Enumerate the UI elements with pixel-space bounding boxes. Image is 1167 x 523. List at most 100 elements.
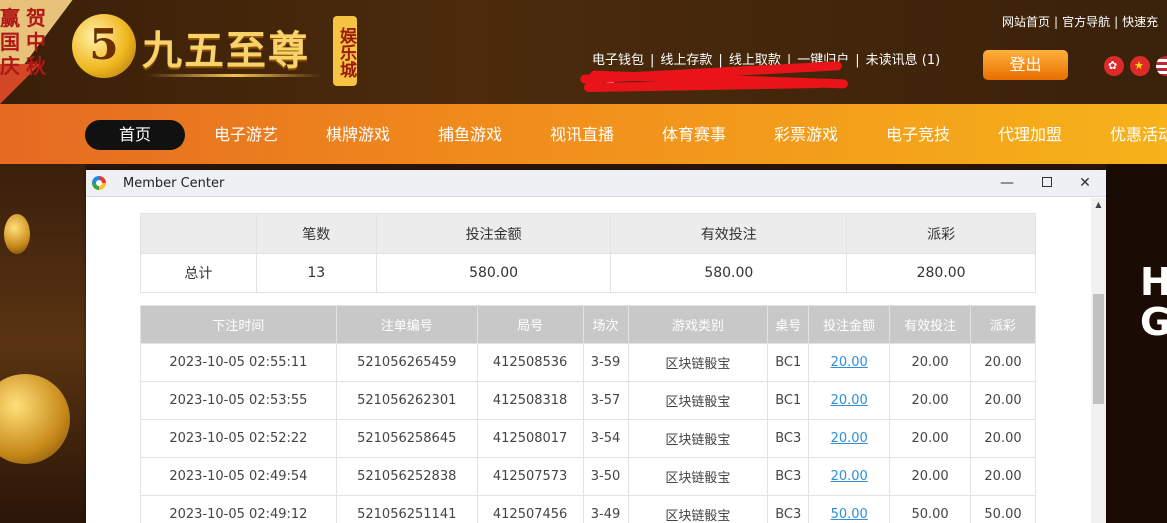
game-type: 区块链骰宝 [627,495,769,523]
session: 3-59 [582,343,629,382]
background-left-banner [0,164,86,523]
table-id: BC3 [767,457,810,496]
round-id: 412507573 [476,457,584,496]
detail-header: 注单编号 [335,305,478,344]
bet-amount-link[interactable]: 20.00 [808,457,891,496]
bet-id: 521056252838 [335,457,478,496]
game-type: 区块链骰宝 [627,343,769,382]
corner-char: 中 [26,30,46,54]
detail-header-row: 下注时间 注单编号 局号 场次 游戏类别 桌号 投注金额 有效投注 派彩 [140,305,1036,344]
valid-bet: 20.00 [889,343,972,382]
table-row: 2023-10-05 02:53:55 521056262301 4125083… [140,381,1036,420]
logo-emblem[interactable]: 5 [72,14,136,78]
bet-id: 521056251141 [335,495,478,523]
nav-item-promotions[interactable]: 优惠活动 [1110,120,1167,150]
banner-text: H G [1140,260,1167,344]
nav-item-live[interactable]: 视讯直播 [550,120,614,150]
scroll-up-arrow-icon[interactable]: ▲ [1093,200,1104,210]
round-id: 412508318 [476,381,584,420]
top-links: 网站首页 | 官方导航 | 快速充 [1002,15,1159,29]
bet-time: 2023-10-05 02:53:55 [140,381,337,420]
redacted-account-info: 账号 [579,61,852,93]
summary-header: 笔数 [255,213,377,254]
payout: 50.00 [970,495,1036,523]
summary-header-row: 笔数 投注金额 有效投注 派彩 [140,213,1036,254]
nav-item-cards[interactable]: 棋牌游戏 [326,120,390,150]
table-id: BC3 [767,419,810,458]
nav-item-lottery[interactable]: 彩票游戏 [774,120,838,150]
round-id: 412508536 [476,343,584,382]
bet-amount-link[interactable]: 20.00 [808,343,891,382]
us-flag-icon[interactable] [1156,56,1167,76]
minimize-button[interactable]: — [996,173,1018,193]
corner-char: 贺 [26,6,46,30]
top-link-nav[interactable]: 官方导航 [1062,15,1110,29]
nav-item-home[interactable]: 首页 [85,120,185,150]
vertical-scrollbar[interactable]: ▲ [1091,198,1106,523]
detail-header: 场次 [582,305,629,344]
main-nav: 首页 电子游艺 棋牌游戏 捕鱼游戏 视讯直播 体育赛事 彩票游戏 电子竞技 代理… [0,104,1167,164]
summary-cell: 13 [255,253,377,293]
summary-header: 投注金额 [375,213,612,254]
game-type: 区块链骰宝 [627,457,769,496]
cn-flag-icon[interactable]: ★ [1130,56,1150,76]
valid-bet: 50.00 [889,495,972,523]
session: 3-50 [582,457,629,496]
valid-bet: 20.00 [889,457,972,496]
table-id: BC3 [767,495,810,523]
coin-decoration [4,214,30,254]
nav-item-agent[interactable]: 代理加盟 [998,120,1062,150]
summary-row: 总计 13 580.00 580.00 280.00 [140,253,1036,293]
nav-item-fishing[interactable]: 捕鱼游戏 [438,120,502,150]
browser-icon [92,176,106,190]
window-titlebar[interactable]: Member Center — ✕ [86,170,1106,197]
corner-char: 赢 [0,6,20,30]
detail-header: 下注时间 [140,305,337,344]
detail-header: 派彩 [970,305,1036,344]
logout-button[interactable]: 登出 [983,50,1068,80]
bet-amount-link[interactable]: 20.00 [808,419,891,458]
detail-header: 投注金额 [808,305,891,344]
site-header: 赢 贺 国 中 庆 秋 5 九五至尊 娱乐城 网站首页 | 官方导航 | 快速充 电子钱… [0,0,1167,104]
corner-char: 秋 [26,54,46,78]
bet-amount-link[interactable]: 50.00 [808,495,891,523]
valid-bet: 20.00 [889,381,972,420]
nav-item-slots[interactable]: 电子游艺 [214,120,278,150]
detail-header: 有效投注 [889,305,972,344]
close-button[interactable]: ✕ [1074,173,1096,193]
summary-header: 派彩 [846,213,1036,254]
nav-item-sports[interactable]: 体育赛事 [662,120,726,150]
table-id: BC1 [767,381,810,420]
bet-time: 2023-10-05 02:49:54 [140,457,337,496]
table-row: 2023-10-05 02:49:12 521056251141 4125074… [140,495,1036,523]
top-link-quick[interactable]: 快速充 [1122,15,1158,29]
detail-header: 局号 [476,305,584,344]
summary-cell: 280.00 [846,253,1036,293]
bet-amount-link[interactable]: 20.00 [808,381,891,420]
detail-header: 桌号 [767,305,810,344]
logo-badge: 娱乐城 [333,16,357,86]
payout: 20.00 [970,381,1036,420]
detail-header: 游戏类别 [627,305,769,344]
summary-cell: 总计 [140,253,257,293]
bet-time: 2023-10-05 02:52:22 [140,419,337,458]
hk-flag-icon[interactable]: ✿ [1104,56,1124,76]
logo-underline [146,74,322,77]
session: 3-49 [582,495,629,523]
maximize-button[interactable] [1036,173,1058,193]
account-link-messages[interactable]: 未读讯息 (1) [866,53,941,68]
summary-cell: 580.00 [610,253,848,293]
payout: 20.00 [970,457,1036,496]
nav-item-esports[interactable]: 电子竞技 [886,120,950,150]
summary-header: 有效投注 [610,213,848,254]
summary-table: 笔数 投注金额 有效投注 派彩 总计 13 580.00 580.00 280.… [140,213,1036,293]
summary-cell: 580.00 [375,253,612,293]
logo-title[interactable]: 九五至尊 [142,18,310,76]
top-link-home[interactable]: 网站首页 [1002,15,1050,29]
scroll-thumb[interactable] [1093,294,1104,404]
game-type: 区块链骰宝 [627,419,769,458]
member-center-window: Member Center — ✕ 笔数 投注金额 有效投注 派彩 总计 13 … [86,170,1106,523]
maximize-icon [1042,177,1052,187]
table-row: 2023-10-05 02:49:54 521056252838 4125075… [140,457,1036,496]
session: 3-57 [582,381,629,420]
